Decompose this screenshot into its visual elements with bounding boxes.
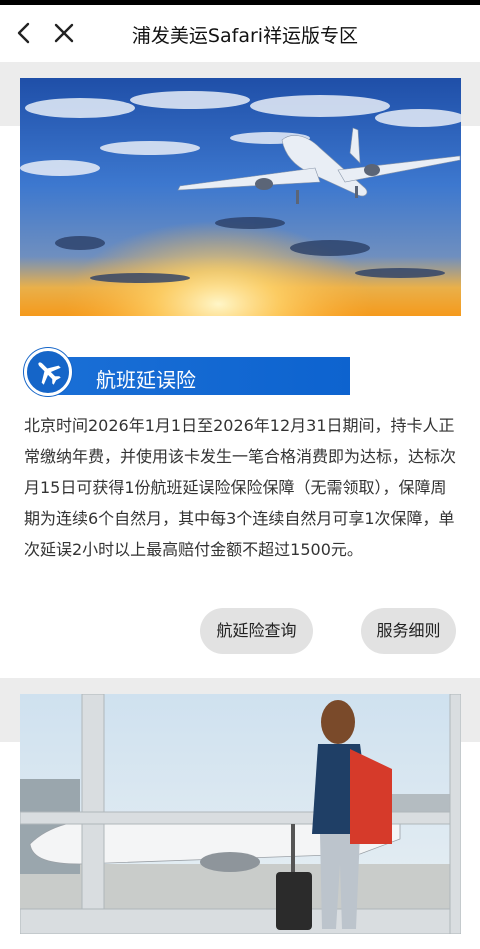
- flight-delay-query-button[interactable]: 航延险查询: [200, 608, 313, 654]
- badge-bar: [48, 357, 350, 395]
- page-title: 浦发美运Safari祥运版专区: [131, 25, 359, 47]
- airplane-icon: [38, 362, 61, 385]
- service-rules-button[interactable]: 服务细则: [361, 608, 456, 654]
- insurance-description: 北京时间2026年1月1日至2026年12月31日期间，持卡人正常缴纳年费，并使…: [24, 416, 457, 559]
- navigation-bar: 浦发美运Safari祥运版专区: [0, 5, 480, 62]
- airport-window-photo: [20, 694, 461, 934]
- badge-icon-circle: [24, 348, 72, 396]
- section-title: 航班延误险: [96, 368, 196, 392]
- hero-image-airplane: [20, 78, 461, 316]
